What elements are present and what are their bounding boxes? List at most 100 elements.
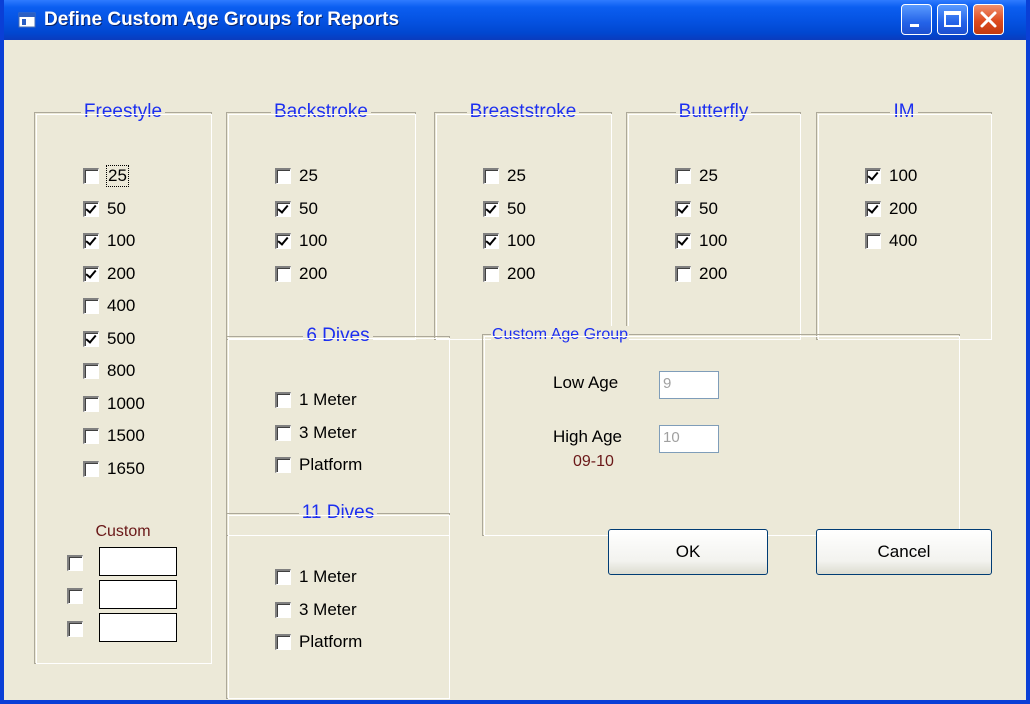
breaststroke-option[interactable]: 50: [483, 198, 526, 220]
six-dives-checkbox[interactable]: [275, 424, 291, 441]
custom-row-2[interactable]: [67, 585, 91, 607]
backstroke-checkbox[interactable]: [275, 233, 291, 249]
butterfly-option[interactable]: 50: [675, 198, 718, 220]
im-option[interactable]: 100: [865, 165, 917, 187]
freestyle-option[interactable]: 200: [83, 263, 135, 285]
custom-checkbox-1[interactable]: [67, 555, 83, 571]
freestyle-option-label: 50: [107, 198, 126, 218]
breaststroke-option[interactable]: 100: [483, 230, 535, 252]
custom-input-1[interactable]: [99, 547, 177, 576]
butterfly-checkbox[interactable]: [675, 200, 691, 217]
backstroke-option[interactable]: 50: [275, 198, 318, 220]
freestyle-option[interactable]: 1500: [83, 425, 145, 447]
freestyle-checkbox[interactable]: [83, 298, 99, 314]
freestyle-option[interactable]: 500: [83, 328, 135, 350]
six-dives-option[interactable]: 3 Meter: [275, 422, 357, 444]
freestyle-option-label: 1500: [107, 426, 145, 445]
freestyle-option[interactable]: 800: [83, 360, 135, 382]
backstroke-legend: Backstroke: [271, 101, 371, 122]
eleven-dives-option[interactable]: 1 Meter: [275, 566, 357, 588]
freestyle-checkbox[interactable]: [83, 363, 99, 379]
low-age-input[interactable]: 9: [659, 371, 719, 399]
custom-row-3[interactable]: [67, 618, 91, 640]
im-option[interactable]: 400: [865, 230, 917, 252]
freestyle-checkbox[interactable]: [83, 200, 99, 217]
custom-row-1[interactable]: [67, 552, 91, 574]
im-option[interactable]: 200: [865, 198, 917, 220]
window-title: Define Custom Age Groups for Reports: [44, 9, 400, 30]
breaststroke-checkbox[interactable]: [483, 233, 499, 249]
freestyle-checkbox[interactable]: [83, 330, 99, 347]
butterfly-checkbox[interactable]: [675, 168, 691, 184]
im-legend: IM: [890, 101, 918, 122]
eleven-dives-checkbox[interactable]: [275, 634, 291, 650]
custom-input-3[interactable]: [99, 613, 177, 642]
custom-checkbox-3[interactable]: [67, 621, 83, 637]
freestyle-option[interactable]: 400: [83, 295, 135, 317]
freestyle-option[interactable]: 1000: [83, 393, 145, 415]
butterfly-option-label: 100: [699, 231, 728, 250]
freestyle-group: Freestyle 25 50 100 200 400 500 800 1000 1500 165…: [34, 101, 212, 664]
six-dives-option-label: Platform: [299, 455, 363, 474]
freestyle-option[interactable]: 1650: [83, 458, 145, 480]
custom-label: Custom: [95, 523, 151, 540]
butterfly-group: Butterfly 25 50 100 200: [626, 101, 801, 340]
freestyle-option[interactable]: 25: [83, 165, 129, 187]
six-dives-checkbox[interactable]: [275, 392, 291, 408]
age-range-text: 09-10: [573, 453, 614, 470]
im-option-label: 400: [889, 231, 918, 250]
backstroke-option[interactable]: 100: [275, 230, 327, 252]
butterfly-checkbox[interactable]: [675, 233, 691, 249]
backstroke-option-label: 50: [299, 198, 318, 218]
backstroke-checkbox[interactable]: [275, 200, 291, 217]
freestyle-checkbox[interactable]: [83, 168, 99, 184]
eleven-dives-legend: 11 Dives: [298, 502, 378, 523]
freestyle-option-label: 1650: [107, 458, 145, 478]
six-dives-option[interactable]: 1 Meter: [275, 389, 357, 411]
eleven-dives-checkbox[interactable]: [275, 569, 291, 585]
close-button[interactable]: [973, 4, 1004, 35]
im-checkbox[interactable]: [865, 200, 881, 217]
six-dives-option[interactable]: Platform: [275, 454, 362, 476]
butterfly-option[interactable]: 100: [675, 230, 727, 252]
breaststroke-checkbox[interactable]: [483, 200, 499, 217]
backstroke-option[interactable]: 200: [275, 263, 327, 285]
six-dives-option-label: 1 Meter: [299, 390, 357, 409]
butterfly-option[interactable]: 200: [675, 263, 727, 285]
eleven-dives-option[interactable]: Platform: [275, 631, 362, 653]
high-age-input[interactable]: 10: [659, 425, 719, 453]
breaststroke-option[interactable]: 25: [483, 165, 526, 187]
backstroke-option-label: 25: [299, 166, 318, 185]
ok-button[interactable]: OK: [608, 529, 768, 575]
im-checkbox[interactable]: [865, 168, 881, 184]
eleven-dives-option-label: Platform: [299, 632, 363, 651]
breaststroke-checkbox[interactable]: [483, 168, 499, 184]
freestyle-checkbox[interactable]: [83, 233, 99, 249]
eleven-dives-option[interactable]: 3 Meter: [275, 599, 357, 621]
custom-age-group: Custom Age Group Low Age 9 High Age 10 0…: [482, 326, 960, 536]
freestyle-checkbox[interactable]: [83, 460, 99, 477]
minimize-button[interactable]: [901, 4, 932, 35]
freestyle-checkbox[interactable]: [83, 395, 99, 412]
breaststroke-checkbox[interactable]: [483, 265, 499, 282]
im-group: IM 100 200 400: [816, 101, 992, 340]
backstroke-option[interactable]: 25: [275, 165, 318, 187]
freestyle-option[interactable]: 50: [83, 198, 126, 220]
six-dives-checkbox[interactable]: [275, 457, 291, 473]
title-bar[interactable]: Define Custom Age Groups for Reports: [4, 0, 1026, 40]
breaststroke-option[interactable]: 200: [483, 263, 535, 285]
cancel-button[interactable]: Cancel: [816, 529, 992, 575]
backstroke-checkbox[interactable]: [275, 265, 291, 282]
freestyle-checkbox[interactable]: [83, 428, 99, 444]
freestyle-checkbox[interactable]: [83, 265, 99, 282]
butterfly-checkbox[interactable]: [675, 265, 691, 282]
maximize-button[interactable]: [937, 4, 968, 35]
custom-input-2[interactable]: [99, 580, 177, 609]
custom-checkbox-2[interactable]: [67, 588, 83, 604]
backstroke-option-label: 200: [299, 263, 328, 283]
backstroke-checkbox[interactable]: [275, 168, 291, 184]
eleven-dives-checkbox[interactable]: [275, 601, 291, 618]
butterfly-option[interactable]: 25: [675, 165, 718, 187]
im-checkbox[interactable]: [865, 233, 881, 249]
freestyle-option[interactable]: 100: [83, 230, 135, 252]
